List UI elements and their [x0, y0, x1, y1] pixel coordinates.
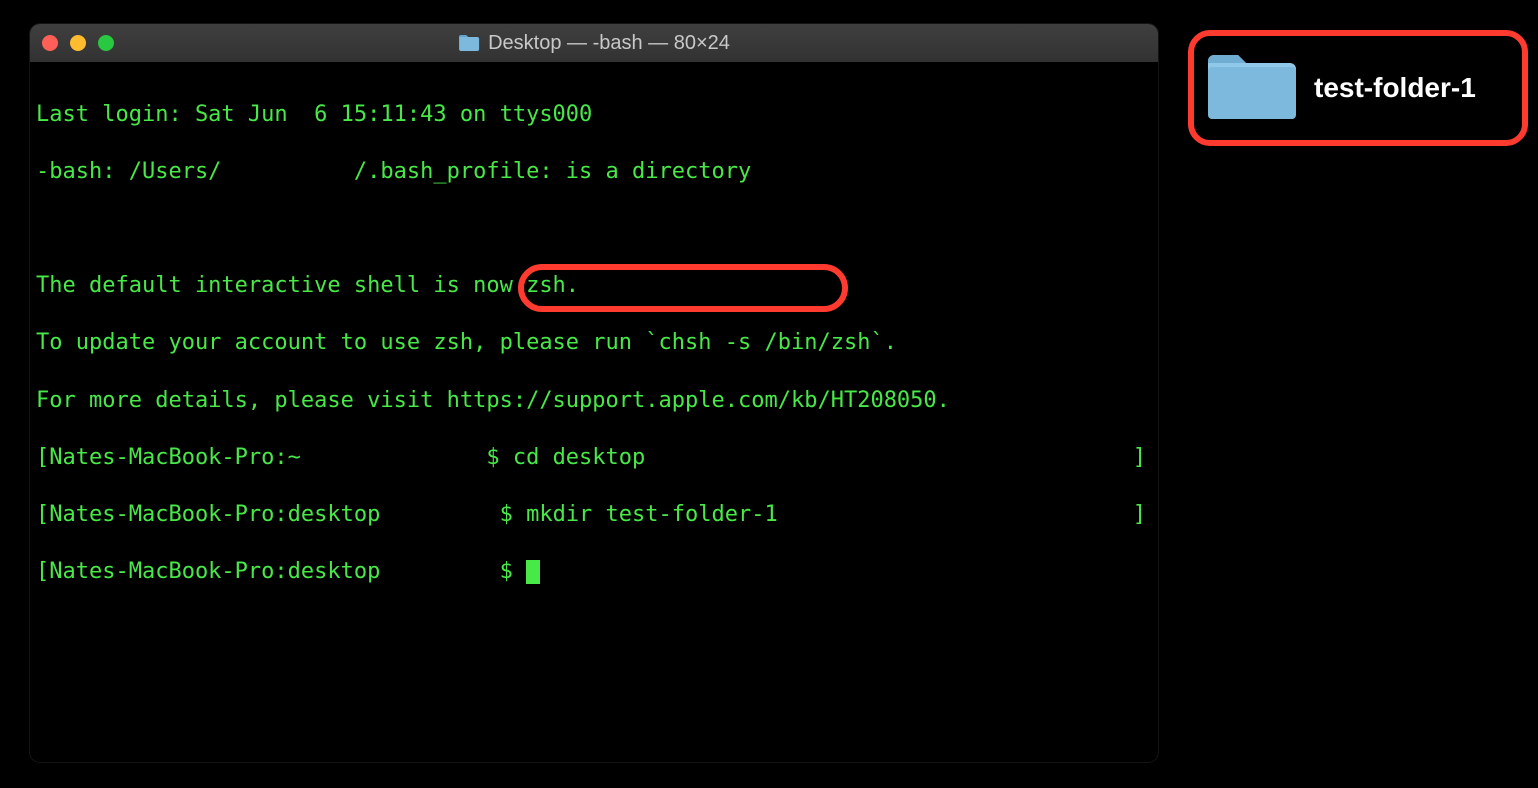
- folder-label[interactable]: test-folder-1: [1314, 72, 1476, 104]
- bracket: ]: [1133, 501, 1152, 530]
- maximize-button[interactable]: [98, 35, 114, 51]
- terminal-window[interactable]: Desktop — -bash — 80×24 Last login: Sat …: [30, 24, 1158, 762]
- terminal-content[interactable]: Last login: Sat Jun 6 15:11:43 on ttys00…: [30, 62, 1158, 711]
- prompt: [Nates-MacBook-Pro:desktop $: [36, 502, 526, 527]
- terminal-line: Last login: Sat Jun 6 15:11:43 on ttys00…: [36, 101, 1152, 130]
- terminal-line: The default interactive shell is now zsh…: [36, 272, 1152, 301]
- terminal-line: For more details, please visit https://s…: [36, 387, 1152, 416]
- folder-icon: [458, 34, 480, 52]
- cursor: [526, 560, 540, 584]
- terminal-line: [Nates-MacBook-Pro:desktop $: [36, 558, 1152, 587]
- annotation-highlight-folder: test-folder-1: [1188, 30, 1528, 146]
- terminal-line: -bash: /Users/ /.bash_profile: is a dire…: [36, 158, 1152, 187]
- window-title: Desktop — -bash — 80×24: [458, 32, 730, 55]
- prompt: [Nates-MacBook-Pro:~ $: [36, 445, 513, 470]
- terminal-line: [Nates-MacBook-Pro:~ $ cd desktop]: [36, 444, 1152, 473]
- prompt: [Nates-MacBook-Pro:desktop $: [36, 559, 526, 584]
- minimize-button[interactable]: [70, 35, 86, 51]
- close-button[interactable]: [42, 35, 58, 51]
- folder-icon[interactable]: [1204, 47, 1304, 130]
- terminal-line: To update your account to use zsh, pleas…: [36, 329, 1152, 358]
- terminal-line: [36, 215, 1152, 244]
- window-title-text: Desktop — -bash — 80×24: [488, 32, 730, 55]
- window-controls: [42, 35, 114, 51]
- bracket: ]: [1133, 444, 1152, 473]
- window-titlebar[interactable]: Desktop — -bash — 80×24: [30, 24, 1158, 62]
- terminal-line: [Nates-MacBook-Pro:desktop $ mkdir test-…: [36, 501, 1152, 530]
- command-highlighted: mkdir test-folder-1: [526, 502, 778, 527]
- command: cd desktop: [513, 445, 645, 470]
